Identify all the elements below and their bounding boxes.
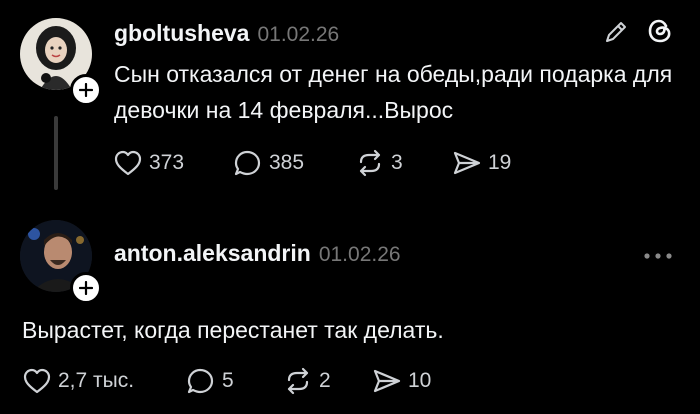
repost-count: 2 [319, 369, 331, 392]
reply-button[interactable]: 385 [233, 149, 304, 177]
like-count: 373 [149, 151, 185, 174]
share-count: 10 [408, 369, 432, 392]
follow-button[interactable] [70, 272, 102, 304]
send-icon [453, 151, 481, 175]
share-button[interactable]: 19 [452, 149, 511, 177]
repost-icon [359, 149, 381, 177]
reply-count: 5 [222, 369, 234, 392]
repost-count: 3 [391, 151, 403, 174]
repost-icon [287, 367, 309, 395]
like-button[interactable]: 373 [113, 149, 184, 177]
more-button[interactable] [642, 248, 674, 266]
more-dots-icon [644, 253, 672, 259]
follow-button[interactable] [70, 74, 102, 106]
post-date: 01.02.26 [318, 243, 401, 266]
thread-line [54, 116, 58, 190]
heart-icon [114, 150, 142, 176]
share-button[interactable]: 10 [372, 367, 431, 395]
heart-icon [23, 368, 51, 394]
reply-count: 385 [269, 151, 305, 174]
repost-button[interactable]: 3 [355, 149, 403, 177]
post-date: 01.02.26 [257, 23, 340, 46]
post-text: Сын отказался от денег на обеды,ради под… [114, 61, 673, 123]
pencil-icon [606, 22, 626, 42]
send-icon [373, 369, 401, 393]
edit-button[interactable] [602, 18, 630, 51]
plus-icon [79, 281, 93, 295]
username[interactable]: anton.aleksandrin [114, 240, 311, 267]
threads-logo[interactable] [645, 16, 675, 51]
post-header: gboltusheva 01.02.26 [114, 20, 339, 47]
username[interactable]: gboltusheva [114, 20, 249, 47]
reply-button[interactable]: 5 [186, 367, 234, 395]
plus-icon [79, 83, 93, 97]
post-header: anton.aleksandrin 01.02.26 [114, 240, 401, 267]
share-count: 19 [488, 151, 512, 174]
post-text: Вырастет, когда перестанет так делать. [22, 317, 444, 343]
like-count: 2,7 тыс. [58, 369, 135, 392]
comment-icon [187, 368, 214, 394]
like-button[interactable]: 2,7 тыс. [22, 367, 134, 395]
repost-button[interactable]: 2 [283, 367, 331, 395]
threads-logo-icon [648, 19, 671, 43]
comment-icon [234, 150, 261, 176]
